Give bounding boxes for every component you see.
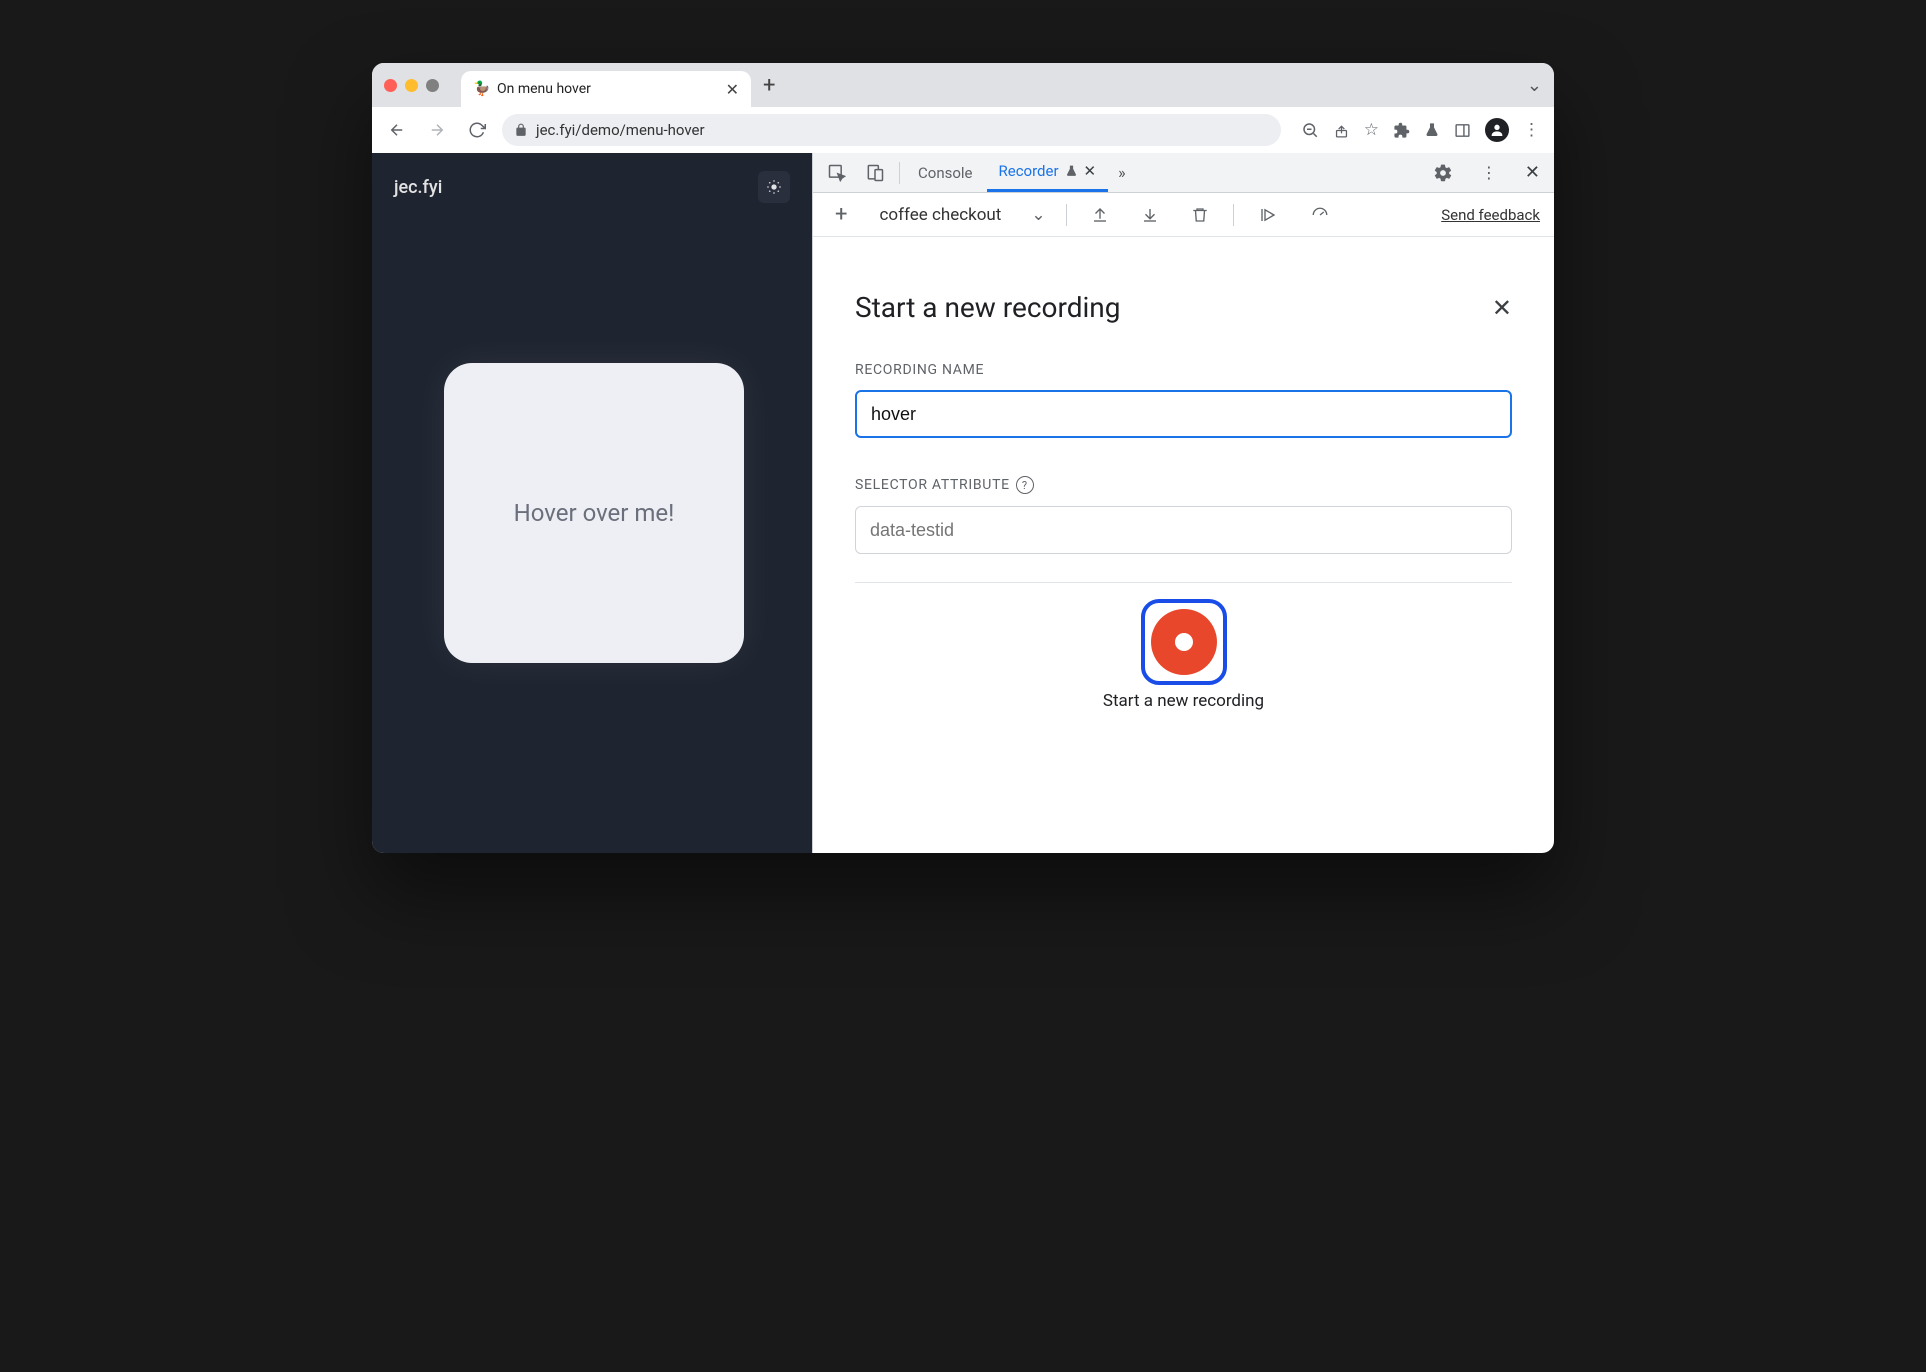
add-recording-button[interactable]: +: [827, 196, 855, 233]
gear-icon[interactable]: [1425, 157, 1461, 189]
recorder-body: Start a new recording ✕ RECORDING NAME S…: [813, 237, 1554, 853]
content-area: jec.fyi Hover over me! Console: [372, 153, 1554, 853]
import-icon[interactable]: [1133, 200, 1167, 230]
kebab-icon[interactable]: ⋮: [1473, 157, 1505, 188]
recording-name-label: RECORDING NAME: [855, 362, 1512, 378]
site-brand: jec.fyi: [394, 177, 442, 198]
favicon-icon: 🦆: [473, 81, 489, 97]
recording-name-input[interactable]: [855, 390, 1512, 438]
profile-avatar[interactable]: [1485, 118, 1509, 142]
delete-icon[interactable]: [1183, 200, 1217, 230]
maximize-window-button[interactable]: [426, 79, 439, 92]
close-devtools-icon[interactable]: ✕: [1517, 156, 1548, 189]
performance-icon[interactable]: [1302, 200, 1338, 230]
address-bar[interactable]: jec.fyi/demo/menu-hover: [502, 114, 1281, 146]
export-icon[interactable]: [1083, 200, 1117, 230]
url-text: jec.fyi/demo/menu-hover: [536, 121, 705, 139]
more-tabs-icon[interactable]: »: [1110, 157, 1134, 188]
recorder-header: Start a new recording ✕: [855, 291, 1512, 324]
window-chrome: 🦆 On menu hover ✕ + ⌄ jec.fyi/demo/menu-…: [372, 63, 1554, 153]
menu-icon[interactable]: ⋮: [1523, 120, 1540, 140]
tab-console[interactable]: Console: [906, 153, 985, 192]
extensions-icon[interactable]: [1393, 122, 1410, 139]
record-icon: [1151, 609, 1217, 675]
help-icon[interactable]: ?: [1016, 476, 1034, 494]
close-window-button[interactable]: [384, 79, 397, 92]
forward-button[interactable]: [422, 117, 452, 143]
page-header: jec.fyi: [372, 153, 812, 221]
theme-toggle-button[interactable]: [758, 171, 790, 203]
tab-bar: 🦆 On menu hover ✕ + ⌄: [372, 63, 1554, 107]
hover-card[interactable]: Hover over me!: [444, 363, 744, 663]
labs-icon[interactable]: [1424, 121, 1440, 139]
panel-icon[interactable]: [1454, 122, 1471, 139]
start-recording-label: Start a new recording: [1103, 691, 1264, 711]
devtools-tabs: Console Recorder ✕ » ⋮ ✕: [813, 153, 1554, 193]
traffic-lights: [384, 79, 439, 92]
zoom-out-icon[interactable]: [1301, 121, 1319, 139]
tab-recorder[interactable]: Recorder ✕: [987, 153, 1109, 192]
recording-dropdown[interactable]: coffee checkout ⌄: [871, 205, 1049, 225]
browser-window: 🦆 On menu hover ✕ + ⌄ jec.fyi/demo/menu-…: [372, 63, 1554, 853]
recorder-footer: Start a new recording: [855, 582, 1512, 711]
close-recorder-icon[interactable]: ✕: [1492, 294, 1512, 322]
minimize-window-button[interactable]: [405, 79, 418, 92]
devtools-panel: Console Recorder ✕ » ⋮ ✕ +: [812, 153, 1554, 853]
tab-close-icon[interactable]: ✕: [1084, 162, 1097, 180]
inspect-element-icon[interactable]: [819, 157, 855, 189]
flask-icon: [1065, 164, 1078, 178]
send-feedback-link[interactable]: Send feedback: [1441, 206, 1540, 224]
back-button[interactable]: [382, 117, 412, 143]
tab-title: On menu hover: [497, 81, 718, 97]
star-icon[interactable]: ☆: [1364, 120, 1379, 140]
start-recording-button[interactable]: [1141, 599, 1227, 685]
device-toggle-icon[interactable]: [857, 157, 893, 189]
recorder-toolbar: + coffee checkout ⌄: [813, 193, 1554, 237]
chevron-down-icon: ⌄: [1031, 205, 1045, 225]
share-icon[interactable]: [1333, 122, 1350, 139]
selector-attribute-label: SELECTOR ATTRIBUTE ?: [855, 476, 1512, 494]
browser-tab[interactable]: 🦆 On menu hover ✕: [461, 71, 751, 107]
new-tab-button[interactable]: +: [763, 73, 775, 98]
replay-icon[interactable]: [1250, 200, 1286, 230]
address-bar-row: jec.fyi/demo/menu-hover ☆: [372, 107, 1554, 153]
recorder-title: Start a new recording: [855, 291, 1120, 324]
reload-button[interactable]: [462, 117, 492, 143]
browser-toolbar-icons: ☆ ⋮: [1291, 118, 1544, 142]
hover-card-text: Hover over me!: [514, 499, 675, 527]
tab-close-button[interactable]: ✕: [726, 80, 739, 99]
selector-attribute-input[interactable]: [855, 506, 1512, 554]
webpage-pane: jec.fyi Hover over me!: [372, 153, 812, 853]
tabs-overflow-button[interactable]: ⌄: [1527, 75, 1542, 96]
lock-icon: [514, 123, 528, 137]
